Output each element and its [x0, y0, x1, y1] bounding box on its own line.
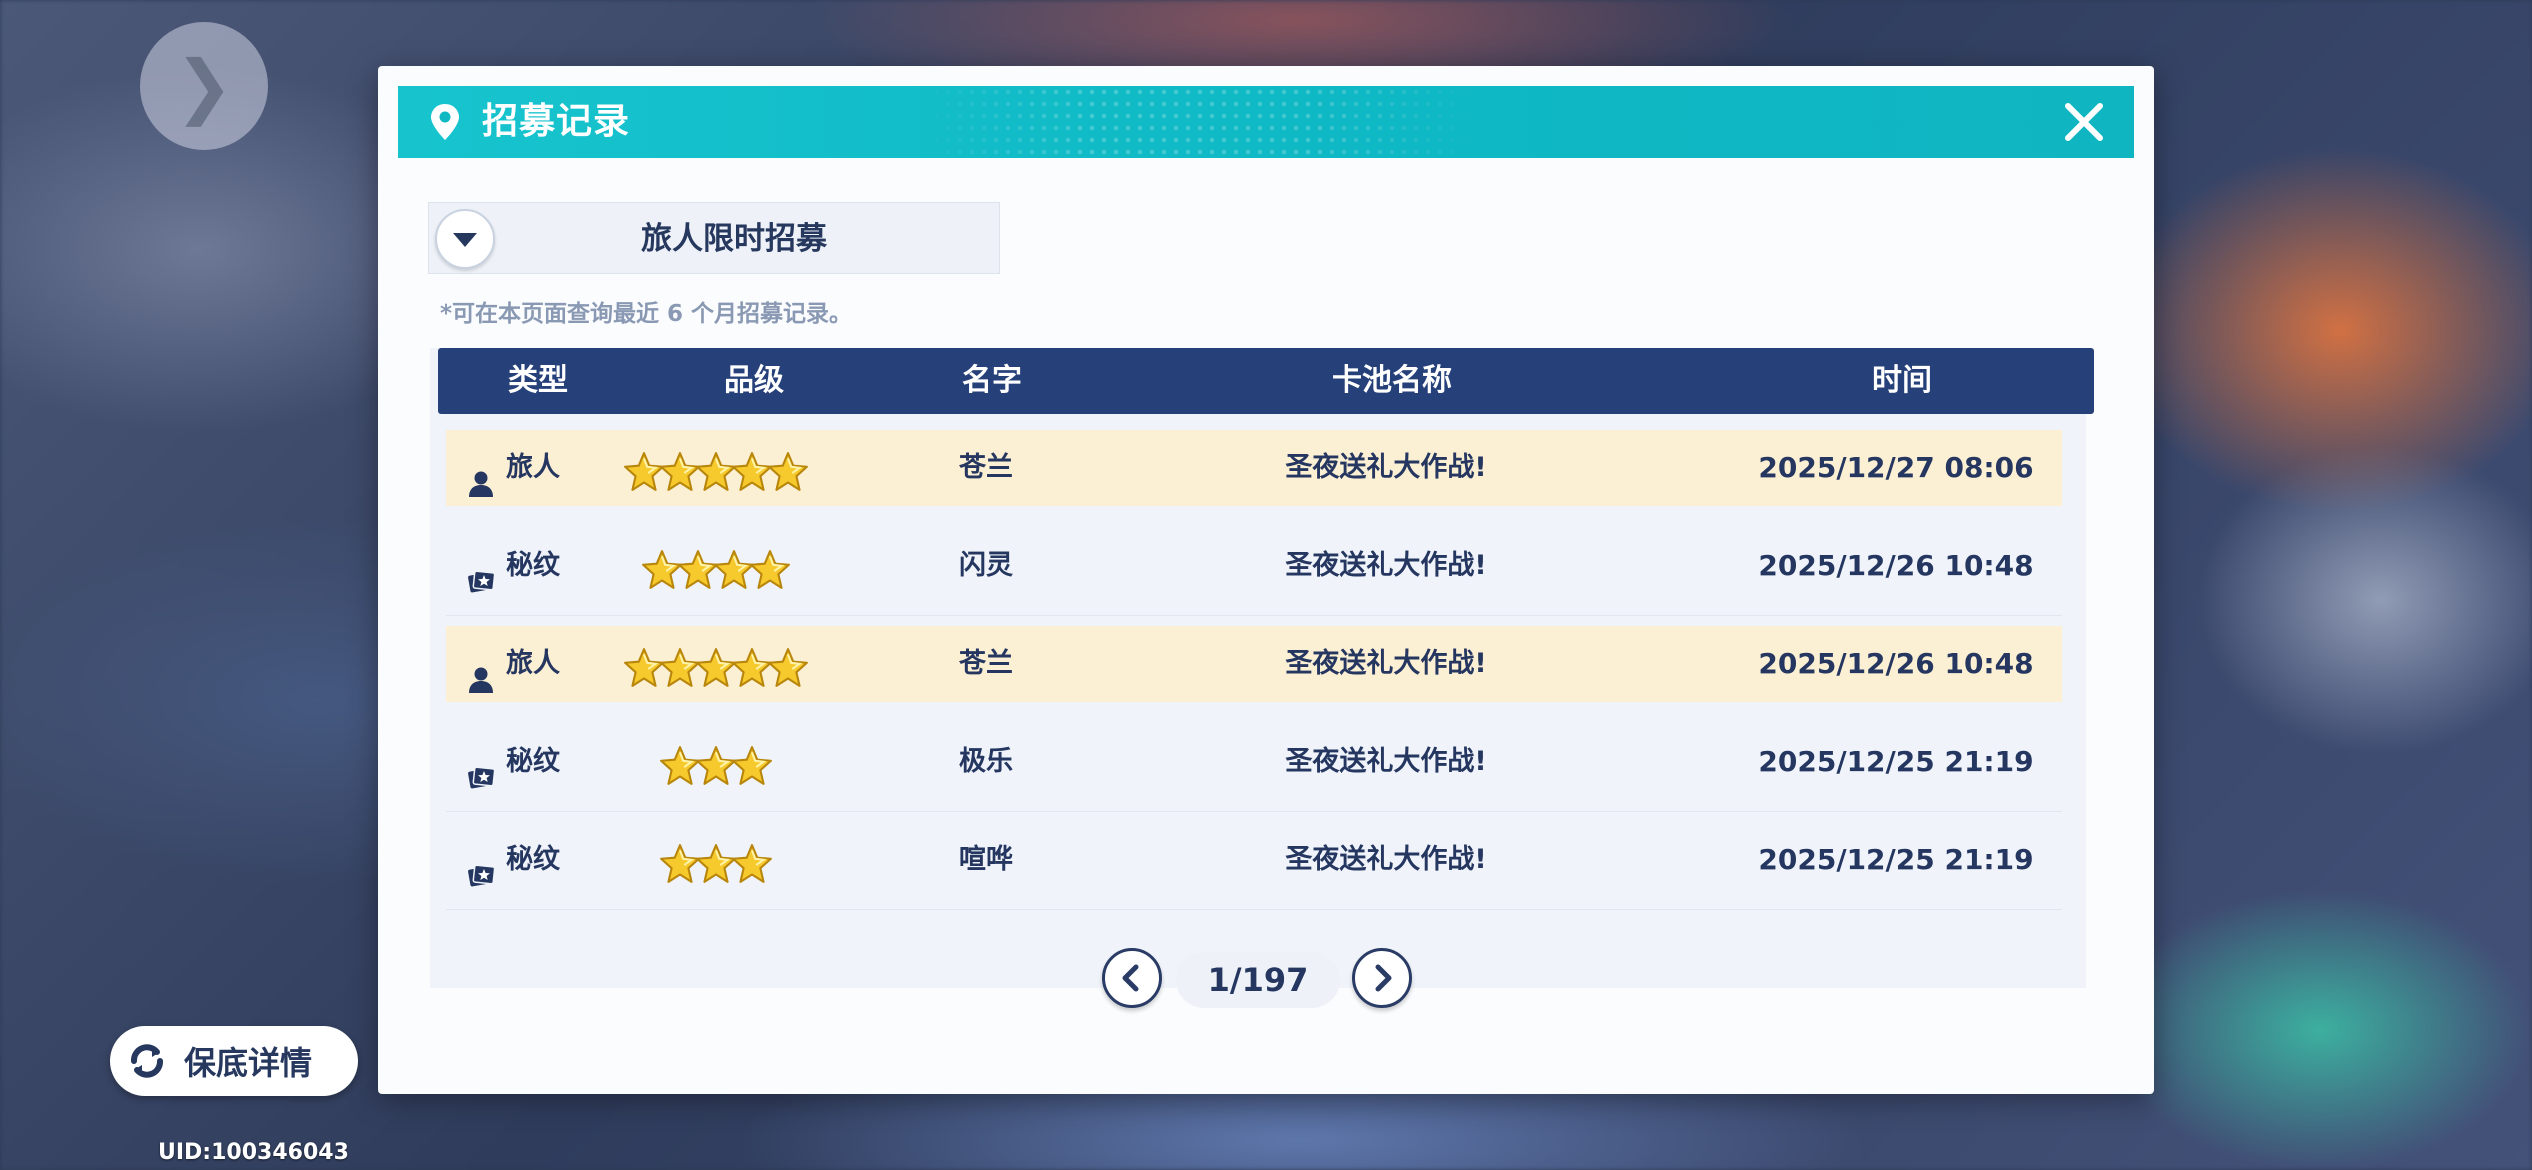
row-time: 2025/12/26 10:48: [1758, 549, 2034, 582]
row-divider: [446, 811, 2062, 812]
star-icon: [731, 839, 773, 883]
star-icon: [749, 545, 791, 589]
row-pool: 圣夜送礼大作战!: [1285, 844, 1487, 875]
dialog-title-bar: 招募记录: [398, 86, 2134, 158]
header-name: 名字: [962, 363, 1022, 398]
row-pool: 圣夜送礼大作战!: [1285, 452, 1487, 483]
recruit-table: 类型 品级 名字 卡池名称 时间 旅人 苍兰 圣夜送礼大作战! 2025/12/27 …: [430, 348, 2094, 988]
row-rarity-stars: [606, 724, 826, 800]
background-avatar-button: ❯: [140, 22, 268, 150]
selected-pool-label: 旅人限时招募: [641, 221, 827, 257]
row-name: 苍兰: [959, 648, 1013, 679]
table-row: 秘纹 闪灵 圣夜送礼大作战! 2025/12/26 10:48: [446, 528, 2062, 616]
header-rarity: 品级: [724, 363, 784, 398]
cycle-arrows-icon: [131, 1044, 163, 1078]
row-name: 闪灵: [959, 550, 1013, 581]
table-header: 类型 品级 名字 卡池名称 时间: [438, 348, 2094, 414]
title-bar-pattern: [918, 86, 1478, 158]
row-name: 极乐: [959, 746, 1013, 777]
location-pin-icon: [431, 104, 459, 140]
header-pool: 卡池名称: [1332, 363, 1452, 398]
row-divider: [446, 615, 2062, 616]
star-icon: [767, 447, 809, 491]
row-name: 苍兰: [959, 452, 1013, 483]
row-pool: 圣夜送礼大作战!: [1285, 550, 1487, 581]
rune-card-icon: [466, 747, 496, 789]
row-type: 秘纹: [466, 822, 586, 898]
table-row: 旅人 苍兰 圣夜送礼大作战! 2025/12/27 08:06: [446, 430, 2062, 506]
user-id: UID:100346043: [158, 1140, 349, 1165]
next-page-button[interactable]: [1352, 948, 1412, 1008]
row-time: 2025/12/27 08:06: [1758, 451, 2034, 484]
pity-details-button[interactable]: 保底详情: [110, 1026, 358, 1096]
recruit-history-dialog: 招募记录 旅人限时招募 *可在本页面查询最近 6 个月招募记录。 类型 品级 名…: [378, 66, 2154, 1094]
row-type-label: 秘纹: [506, 550, 560, 581]
row-divider: [446, 909, 2062, 910]
row-type-label: 秘纹: [506, 844, 560, 875]
table-row: 旅人 苍兰 圣夜送礼大作战! 2025/12/26 10:48: [446, 626, 2062, 702]
row-type-label: 旅人: [506, 648, 560, 679]
row-pool: 圣夜送礼大作战!: [1285, 648, 1487, 679]
row-type: 秘纹: [466, 528, 586, 604]
row-rarity-stars: [606, 528, 826, 604]
row-time: 2025/12/25 21:19: [1758, 745, 2034, 778]
header-time: 时间: [1872, 363, 1932, 398]
row-type-label: 旅人: [506, 452, 560, 483]
star-icon: [731, 741, 773, 785]
row-rarity-stars: [606, 822, 826, 898]
row-name: 喧哗: [959, 844, 1013, 875]
dialog-title: 招募记录: [482, 101, 631, 142]
page-indicator: 1/197: [1176, 952, 1340, 1008]
row-type: 旅人: [466, 430, 586, 506]
rune-card-icon: [466, 845, 496, 887]
row-time: 2025/12/26 10:48: [1758, 647, 2034, 680]
prev-page-button[interactable]: [1102, 948, 1162, 1008]
history-range-note: *可在本页面查询最近 6 个月招募记录。: [440, 301, 853, 327]
header-type: 类型: [508, 363, 568, 398]
row-time: 2025/12/25 21:19: [1758, 843, 2034, 876]
row-rarity-stars: [606, 430, 826, 506]
chevron-left-icon: [1122, 964, 1139, 992]
chevron-right-icon: [1375, 964, 1392, 992]
star-icon: [767, 643, 809, 687]
person-icon: [466, 649, 496, 693]
rune-card-icon: [466, 551, 496, 593]
pity-details-label: 保底详情: [184, 1044, 313, 1082]
table-row: 秘纹 喧哗 圣夜送礼大作战! 2025/12/25 21:19: [446, 822, 2062, 910]
row-pool: 圣夜送礼大作战!: [1285, 746, 1487, 777]
close-icon[interactable]: [2060, 98, 2108, 146]
row-rarity-stars: [606, 626, 826, 702]
row-type: 秘纹: [466, 724, 586, 800]
person-icon: [466, 453, 496, 497]
pool-selector-dropdown[interactable]: 旅人限时招募: [428, 202, 1000, 274]
row-type-label: 秘纹: [506, 746, 560, 777]
table-row: 秘纹 极乐 圣夜送礼大作战! 2025/12/25 21:19: [446, 724, 2062, 812]
row-type: 旅人: [466, 626, 586, 702]
